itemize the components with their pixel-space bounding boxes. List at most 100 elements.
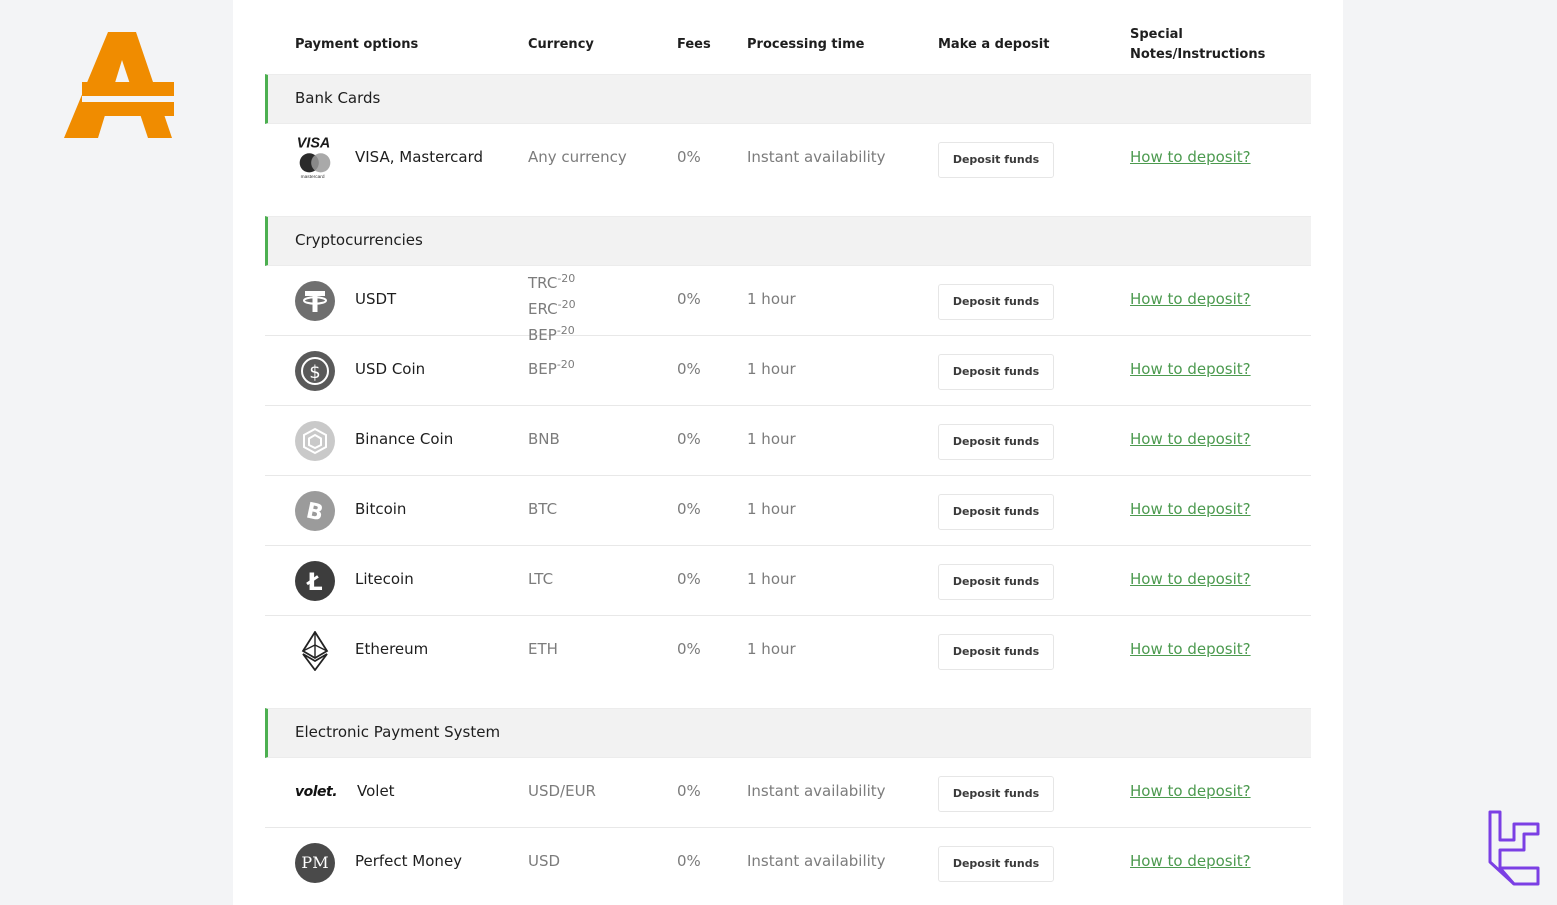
- header-processing-time: Processing time: [747, 37, 865, 52]
- usd-coin-icon: $: [295, 351, 335, 391]
- header-currency: Currency: [528, 37, 594, 52]
- svg-text:Ł: Ł: [305, 568, 322, 596]
- binance-coin-icon: [295, 421, 335, 461]
- processing-time: 1 hour: [747, 290, 796, 308]
- how-to-deposit-link[interactable]: How to deposit?: [1130, 290, 1251, 308]
- currency: TRC-20 ERC-20 BEP-20: [528, 268, 576, 346]
- svg-text:VISA: VISA: [297, 136, 331, 152]
- payment-name: USDT: [355, 290, 397, 308]
- payment-options-table: Payment options Currency Fees Processing…: [265, 0, 1311, 898]
- table-header: Payment options Currency Fees Processing…: [265, 0, 1311, 74]
- payment-name: Ethereum: [355, 640, 429, 658]
- how-to-deposit-link[interactable]: How to deposit?: [1130, 430, 1251, 448]
- section-title: Electronic Payment System: [295, 723, 501, 741]
- fee: 0%: [677, 290, 701, 308]
- header-make-deposit: Make a deposit: [938, 37, 1050, 52]
- header-fees: Fees: [677, 37, 711, 52]
- brand-logo-icon: [64, 32, 174, 138]
- table-row: volet. Volet USD/EUR 0% Instant availabi…: [265, 758, 1311, 828]
- section-title: Bank Cards: [295, 89, 381, 107]
- processing-time: 1 hour: [747, 500, 796, 518]
- volet-logo: volet.: [295, 784, 338, 800]
- header-notes-line2: Notes/Instructions: [1130, 47, 1266, 62]
- fee: 0%: [677, 360, 701, 378]
- processing-time: Instant availability: [747, 148, 886, 166]
- payment-name: Bitcoin: [355, 500, 407, 518]
- processing-time: 1 hour: [747, 430, 796, 448]
- deposit-funds-button[interactable]: Deposit funds: [938, 494, 1054, 530]
- svg-text:$: $: [309, 362, 320, 383]
- how-to-deposit-link[interactable]: How to deposit?: [1130, 570, 1251, 588]
- deposit-funds-button[interactable]: Deposit funds: [938, 564, 1054, 600]
- table-row: Ł Litecoin LTC 0% 1 hour Deposit funds H…: [265, 546, 1311, 616]
- payment-name: Volet: [357, 782, 395, 800]
- currency: Any currency: [528, 148, 627, 166]
- deposit-funds-button[interactable]: Deposit funds: [938, 284, 1054, 320]
- processing-time: 1 hour: [747, 640, 796, 658]
- corner-brand-logo-icon: [1488, 810, 1540, 886]
- deposit-funds-button[interactable]: Deposit funds: [938, 424, 1054, 460]
- currency-sup: -20: [557, 298, 576, 311]
- deposit-funds-button[interactable]: Deposit funds: [938, 776, 1054, 812]
- deposit-funds-button[interactable]: Deposit funds: [938, 142, 1054, 178]
- section-title: Cryptocurrencies: [295, 231, 423, 249]
- bitcoin-icon: B: [295, 491, 335, 531]
- section-bank-cards: Bank Cards: [265, 74, 1311, 124]
- payment-name: Binance Coin: [355, 430, 454, 448]
- processing-time: 1 hour: [747, 360, 796, 378]
- ethereum-icon: [301, 631, 329, 671]
- fee: 0%: [677, 430, 701, 448]
- table-row: VISA mastercard VISA, Mastercard Any cur…: [265, 124, 1311, 194]
- currency: USD/EUR: [528, 782, 596, 800]
- table-row: B Bitcoin BTC 0% 1 hour Deposit funds Ho…: [265, 476, 1311, 546]
- svg-text:mastercard: mastercard: [301, 174, 325, 180]
- table-row: $ USD Coin BEP-20 0% 1 hour Deposit fund…: [265, 336, 1311, 406]
- currency: BNB: [528, 430, 560, 448]
- section-cryptocurrencies: Cryptocurrencies: [265, 216, 1311, 266]
- payment-name: USD Coin: [355, 360, 426, 378]
- processing-time: Instant availability: [747, 782, 886, 800]
- section-electronic-payment-system: Electronic Payment System: [265, 708, 1311, 758]
- currency: BEP-20: [528, 358, 575, 378]
- how-to-deposit-link[interactable]: How to deposit?: [1130, 852, 1251, 870]
- how-to-deposit-link[interactable]: How to deposit?: [1130, 148, 1251, 166]
- header-payment-options: Payment options: [295, 37, 419, 52]
- currency-base: ERC: [528, 300, 558, 318]
- table-row: PM Perfect Money USD 0% Instant availabi…: [265, 828, 1311, 898]
- fee: 0%: [677, 570, 701, 588]
- how-to-deposit-link[interactable]: How to deposit?: [1130, 500, 1251, 518]
- processing-time: 1 hour: [747, 570, 796, 588]
- fee: 0%: [677, 500, 701, 518]
- processing-time: Instant availability: [747, 852, 886, 870]
- how-to-deposit-link[interactable]: How to deposit?: [1130, 640, 1251, 658]
- fee: 0%: [677, 782, 701, 800]
- currency: ETH: [528, 640, 558, 658]
- deposit-funds-button[interactable]: Deposit funds: [938, 846, 1054, 882]
- how-to-deposit-link[interactable]: How to deposit?: [1130, 782, 1251, 800]
- currency-base: BEP: [528, 360, 557, 378]
- table-row: Binance Coin BNB 0% 1 hour Deposit funds…: [265, 406, 1311, 476]
- currency: USD: [528, 852, 561, 870]
- payment-methods-panel: Payment options Currency Fees Processing…: [233, 0, 1343, 905]
- fee: 0%: [677, 640, 701, 658]
- deposit-funds-button[interactable]: Deposit funds: [938, 634, 1054, 670]
- litecoin-icon: Ł: [295, 561, 335, 601]
- tether-icon: [295, 281, 335, 321]
- header-special-notes: Special Notes/Instructions: [1130, 25, 1265, 65]
- currency-base: TRC: [528, 274, 558, 292]
- table-row: USDT TRC-20 ERC-20 BEP-20 0% 1 hour Depo…: [265, 266, 1311, 344]
- currency-sup: -20: [557, 272, 576, 285]
- currency: LTC: [528, 570, 554, 588]
- deposit-funds-button[interactable]: Deposit funds: [938, 354, 1054, 390]
- payment-name: Litecoin: [355, 570, 414, 588]
- header-notes-line1: Special: [1130, 27, 1183, 42]
- perfect-money-icon: PM: [295, 843, 335, 883]
- fee: 0%: [677, 852, 701, 870]
- table-row: Ethereum ETH 0% 1 hour Deposit funds How…: [265, 616, 1311, 686]
- currency-sup: -20: [556, 358, 575, 371]
- payment-name: VISA, Mastercard: [355, 148, 484, 166]
- how-to-deposit-link[interactable]: How to deposit?: [1130, 360, 1251, 378]
- visa-mastercard-icon: VISA mastercard: [297, 136, 331, 180]
- fee: 0%: [677, 148, 701, 166]
- payment-name: Perfect Money: [355, 852, 463, 870]
